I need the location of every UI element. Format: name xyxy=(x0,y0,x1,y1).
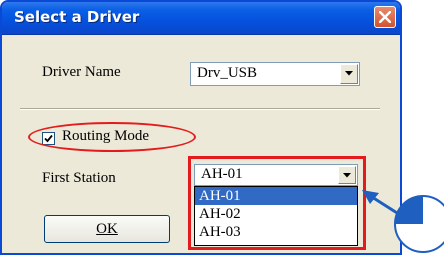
pointer-arrowhead-icon xyxy=(362,190,379,204)
pointer-annotation xyxy=(362,190,444,253)
mouse-click-icon xyxy=(394,195,444,253)
